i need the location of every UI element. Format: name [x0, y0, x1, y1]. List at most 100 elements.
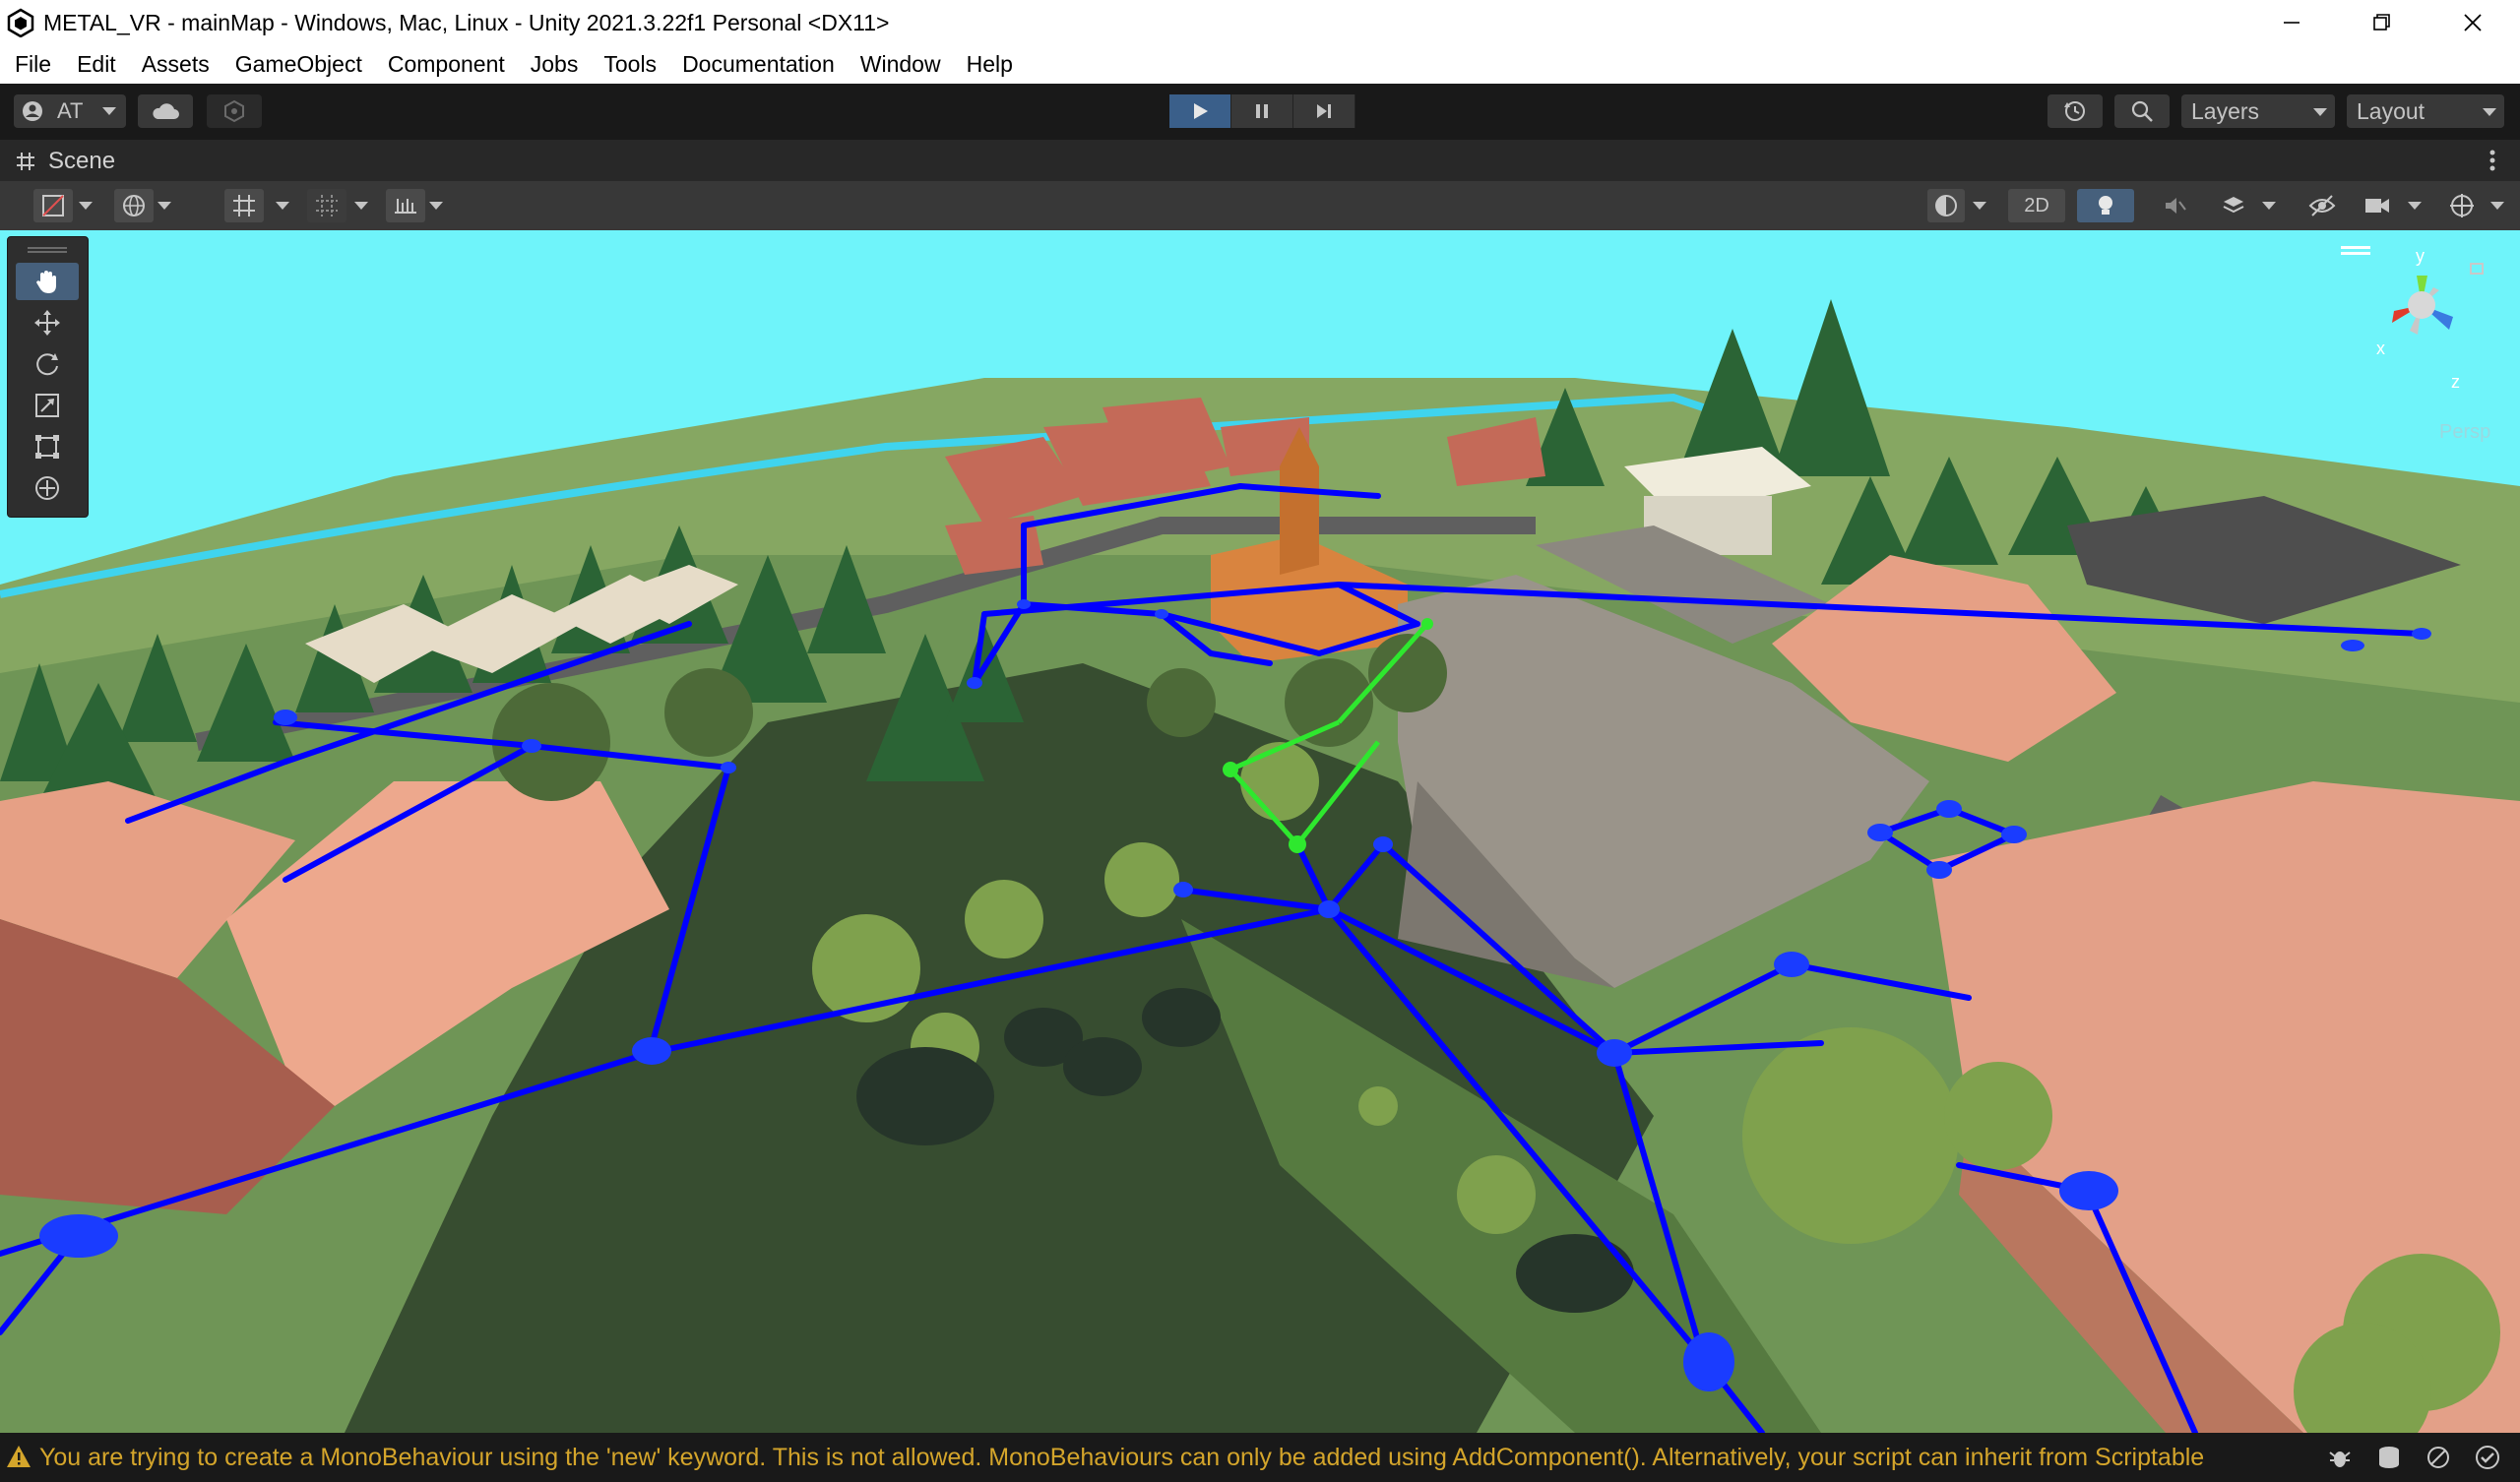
- grid-icon: [233, 195, 255, 216]
- chevron-down-icon[interactable]: [429, 202, 443, 210]
- unity-logo-icon: [7, 8, 34, 37]
- ruler-icon: [395, 199, 416, 214]
- lightbulb-icon: [2099, 196, 2112, 215]
- step-icon: [1317, 104, 1331, 118]
- pause-button[interactable]: [1231, 94, 1293, 128]
- orientation-gizmo[interactable]: y x z Persp: [2323, 236, 2520, 453]
- checkmark-icon[interactable]: [2475, 1445, 2500, 1470]
- play-button[interactable]: [1169, 94, 1231, 128]
- shading-sphere-icon: [1935, 195, 1957, 216]
- scene-toolbar: 2D: [0, 181, 2520, 230]
- warning-icon: [7, 1446, 31, 1467]
- debug-bug-icon[interactable]: [2327, 1445, 2353, 1470]
- tools-overlay: [7, 236, 89, 518]
- eye-hidden-icon: [2308, 195, 2336, 216]
- hand-tool-button[interactable]: [16, 263, 79, 300]
- globe-icon: [123, 195, 145, 216]
- pause-icon: [1256, 104, 1268, 118]
- global-view-button[interactable]: [114, 189, 154, 222]
- scale-tool-button[interactable]: [16, 387, 79, 424]
- shading-mode-button[interactable]: [1927, 189, 1965, 222]
- audio-toggle-button[interactable]: [2146, 189, 2203, 222]
- camera-icon: [2365, 199, 2389, 213]
- gizmo-axis-y: y: [2416, 246, 2425, 266]
- menu-help[interactable]: Help: [954, 45, 1026, 84]
- progress-spinner-icon[interactable]: [2426, 1445, 2451, 1470]
- toggle-2d-label: 2D: [2024, 194, 2049, 216]
- grid-snap-icon: [316, 195, 338, 216]
- gizmo-persp-label[interactable]: Persp: [2439, 421, 2490, 444]
- restore-icon: [2373, 14, 2390, 31]
- chevron-down-icon: [102, 107, 116, 115]
- menu-edit[interactable]: Edit: [64, 45, 129, 84]
- search-button[interactable]: [2114, 94, 2170, 128]
- scene-tab-bar: Scene: [0, 140, 2520, 182]
- menu-jobs[interactable]: Jobs: [518, 45, 592, 84]
- menu-assets[interactable]: Assets: [129, 45, 222, 84]
- main-toolbar: AT Layers Layout: [0, 84, 2520, 140]
- layers-dropdown[interactable]: Layers: [2181, 94, 2335, 128]
- account-icon: [23, 101, 42, 121]
- gizmos-button[interactable]: [2443, 189, 2481, 222]
- tab-scene[interactable]: Scene: [48, 148, 115, 175]
- cache-server-icon[interactable]: [2376, 1445, 2402, 1470]
- restore-button[interactable]: [2337, 0, 2427, 45]
- gizmo-axis-z: z: [2451, 372, 2460, 392]
- cloud-icon: [153, 103, 179, 119]
- move-tool-button[interactable]: [16, 304, 79, 341]
- scale-icon: [35, 394, 59, 417]
- scene-camera-button[interactable]: [2359, 189, 2396, 222]
- chevron-down-icon[interactable]: [1973, 202, 1986, 210]
- gizmo-globe-icon: [2450, 194, 2474, 217]
- hand-icon: [36, 271, 56, 293]
- scene-viewport[interactable]: [0, 230, 2520, 1433]
- cloud-button[interactable]: [138, 94, 193, 128]
- chevron-down-icon[interactable]: [2490, 202, 2504, 210]
- chevron-down-icon[interactable]: [276, 202, 289, 210]
- console-warning-message[interactable]: You are trying to create a MonoBehaviour…: [39, 1444, 2204, 1472]
- menu-tools[interactable]: Tools: [591, 45, 669, 84]
- effects-toggle-button[interactable]: [2215, 189, 2252, 222]
- chevron-down-icon[interactable]: [2408, 202, 2422, 210]
- chevron-down-icon[interactable]: [2262, 202, 2276, 210]
- history-button[interactable]: [2048, 94, 2103, 128]
- rotate-tool-button[interactable]: [16, 345, 79, 383]
- window-title: METAL_VR - mainMap - Windows, Mac, Linux…: [43, 9, 890, 35]
- hidden-objects-button[interactable]: [2298, 189, 2347, 222]
- menu-file[interactable]: File: [0, 45, 64, 84]
- menu-documentation[interactable]: Documentation: [669, 45, 848, 84]
- collab-icon: [224, 99, 244, 123]
- gizmo-axis-x: x: [2376, 339, 2385, 358]
- draw-mode-icon: [42, 195, 64, 216]
- menu-component[interactable]: Component: [375, 45, 518, 84]
- menu-window[interactable]: Window: [848, 45, 954, 84]
- account-dropdown[interactable]: AT: [14, 94, 126, 128]
- grid-snap-button[interactable]: [224, 189, 264, 222]
- rotate-icon: [36, 353, 58, 376]
- transform-tool-button[interactable]: [16, 469, 79, 507]
- move-arrows-icon: [34, 310, 60, 336]
- play-icon: [1194, 103, 1208, 119]
- increment-snap-button[interactable]: [386, 189, 425, 222]
- draw-mode-button[interactable]: [33, 189, 73, 222]
- minimize-button[interactable]: [2246, 0, 2337, 45]
- history-icon: [2064, 101, 2085, 121]
- close-button[interactable]: [2427, 0, 2518, 45]
- snap-settings-button[interactable]: [307, 189, 346, 222]
- step-button[interactable]: [1293, 94, 1355, 128]
- chevron-down-icon[interactable]: [79, 202, 93, 210]
- audio-mute-icon: [2166, 198, 2186, 214]
- more-options-icon[interactable]: [2485, 148, 2500, 173]
- layout-dropdown[interactable]: Layout: [2347, 94, 2504, 128]
- menu-gameobject[interactable]: GameObject: [222, 45, 375, 84]
- toggle-2d-button[interactable]: 2D: [2008, 189, 2065, 222]
- chevron-down-icon[interactable]: [354, 202, 368, 210]
- transform-icon: [35, 476, 59, 500]
- chevron-down-icon[interactable]: [158, 202, 171, 210]
- collab-button[interactable]: [207, 94, 262, 128]
- effects-layers-icon: [2223, 197, 2244, 214]
- lighting-toggle-button[interactable]: [2077, 189, 2134, 222]
- search-icon: [2131, 100, 2153, 122]
- rect-tool-button[interactable]: [16, 428, 79, 465]
- layout-label: Layout: [2357, 98, 2426, 124]
